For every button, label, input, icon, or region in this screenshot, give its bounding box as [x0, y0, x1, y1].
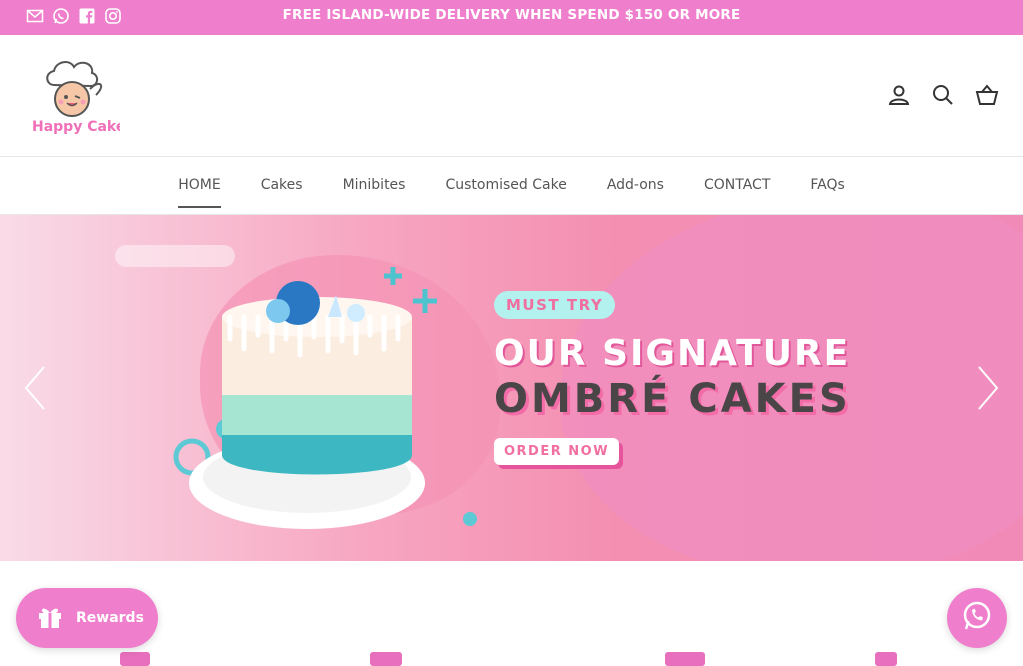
nav-item-home[interactable]: HOME [178, 177, 222, 208]
hero-tag: MUST TRY [494, 291, 616, 319]
hero-banner[interactable]: MUST TRY OUR SIGNATURE OMBRÉ CAKES ORDER… [0, 215, 1023, 561]
hero-text: MUST TRY OUR SIGNATURE OMBRÉ CAKES ORDER… [494, 291, 851, 465]
announcement-text: FREE ISLAND-WIDE DELIVERY WHEN SPEND $15… [282, 7, 741, 23]
rewards-button[interactable]: Rewards [16, 588, 158, 648]
header-actions [887, 83, 999, 107]
whatsapp-icon [960, 599, 994, 637]
logo-wordmark: Happy Cake [32, 119, 120, 135]
chevron-left-icon[interactable] [22, 363, 48, 413]
gift-icon [36, 602, 64, 634]
nav-item-minibites[interactable]: Minibites [343, 177, 406, 193]
rewards-label: Rewards [76, 610, 144, 626]
basket-icon[interactable] [975, 83, 999, 107]
nav-item-faqs[interactable]: FAQs [810, 177, 844, 193]
site-header: Happy Cake [0, 35, 1023, 157]
account-icon[interactable] [887, 83, 911, 107]
chevron-right-icon[interactable] [975, 363, 1001, 413]
logo[interactable]: Happy Cake [24, 55, 125, 139]
main-nav: HOME Cakes Minibites Customised Cake Add… [0, 157, 1023, 215]
order-now-button[interactable]: ORDER NOW [494, 438, 620, 465]
section-peek [120, 652, 150, 666]
nav-item-customised-cake[interactable]: Customised Cake [445, 177, 566, 193]
whatsapp-chat-button[interactable] [947, 588, 1007, 648]
nav-item-add-ons[interactable]: Add-ons [607, 177, 664, 193]
section-peek [370, 652, 402, 666]
section-peek [665, 652, 705, 666]
search-icon[interactable] [931, 83, 955, 107]
section-peek [875, 652, 897, 666]
announcement-bar: FREE ISLAND-WIDE DELIVERY WHEN SPEND $15… [0, 0, 1023, 35]
nav-item-cakes[interactable]: Cakes [261, 177, 303, 193]
hero-headline: OUR SIGNATURE [494, 333, 851, 374]
cake-image [173, 267, 477, 529]
nav-item-contact[interactable]: CONTACT [704, 177, 770, 193]
hero-subheadline: OMBRÉ CAKES [494, 376, 851, 422]
